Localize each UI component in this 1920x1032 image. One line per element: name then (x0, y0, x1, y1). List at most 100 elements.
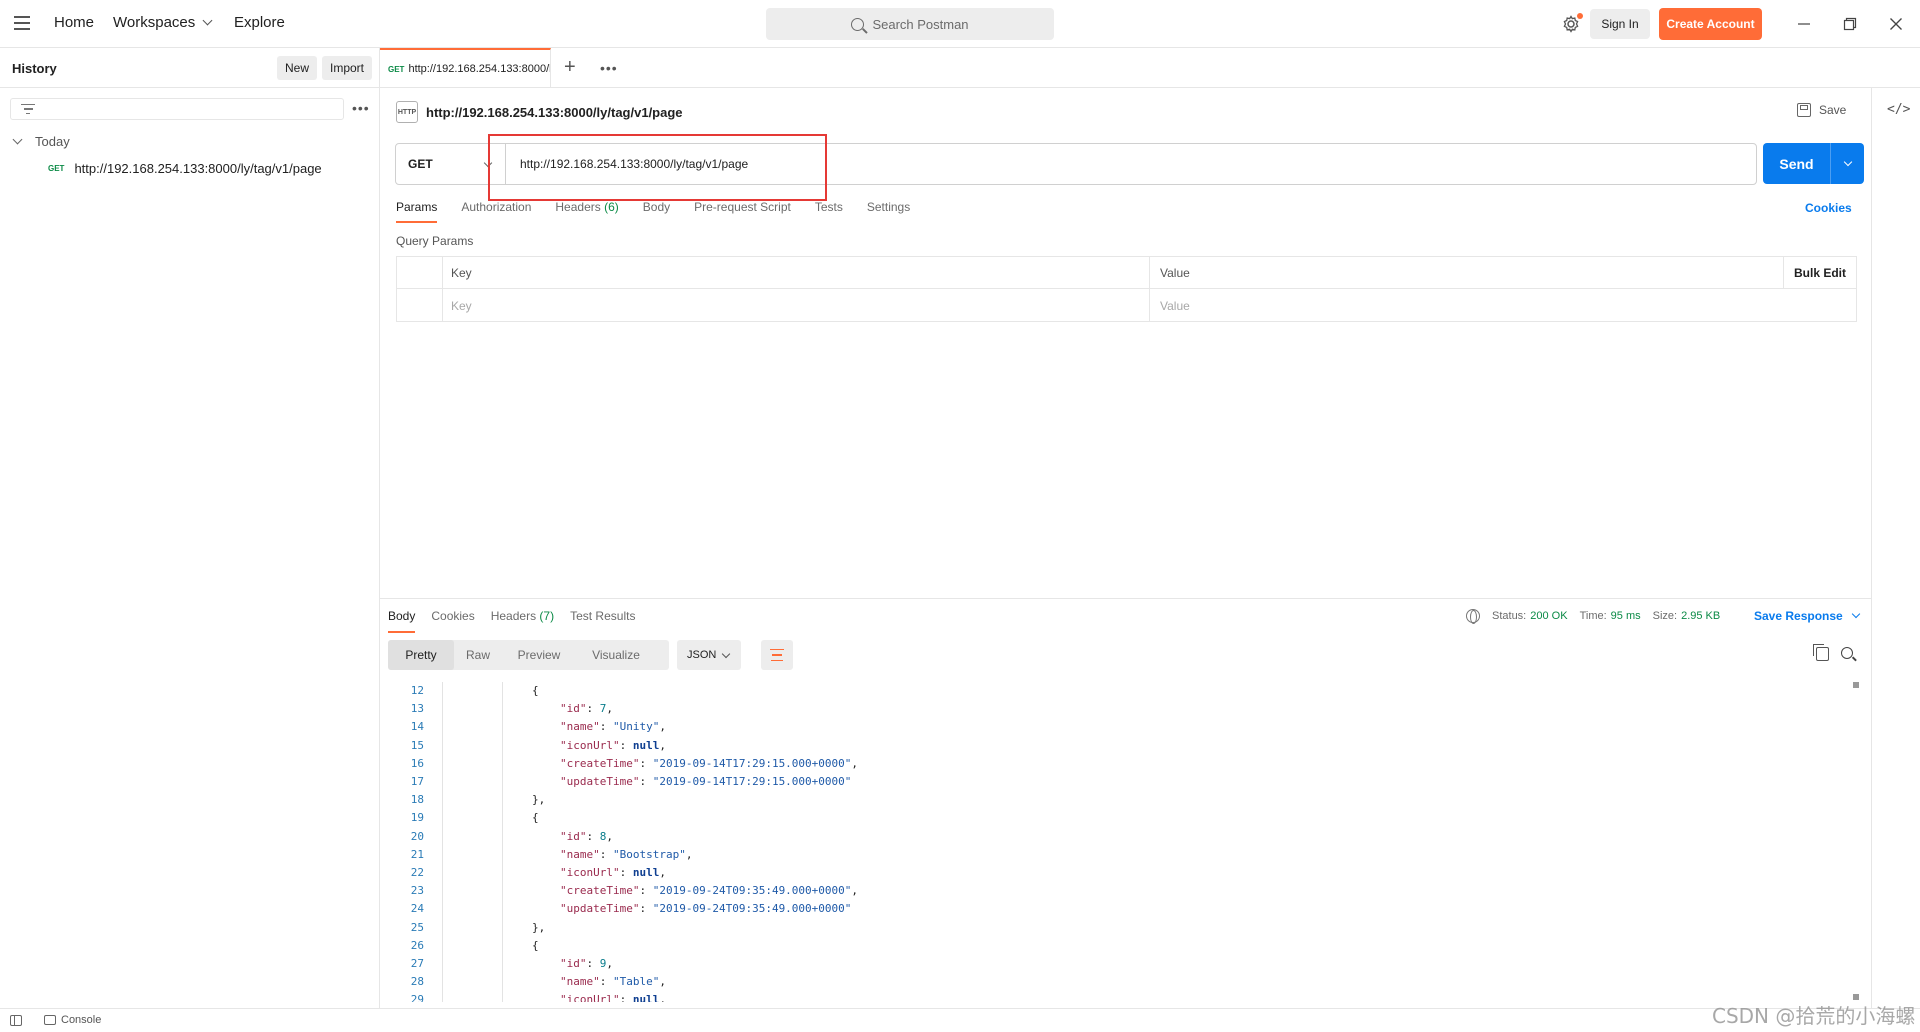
response-tabs: Body Cookies Headers (7) Test Results (388, 609, 651, 633)
send-button[interactable]: Send (1763, 143, 1864, 184)
settings-icon[interactable] (1561, 13, 1583, 34)
code-line: 19 { (388, 809, 1848, 827)
more-icon[interactable]: ••• (352, 100, 370, 116)
code-text: "updateTime": "2019-09-24T09:35:49.000+0… (560, 902, 852, 916)
url-bar: GET (395, 143, 1757, 185)
restore-icon[interactable] (1838, 12, 1862, 36)
history-item[interactable]: GET http://192.168.254.133:8000/ly/tag/v… (48, 161, 322, 176)
table-row: Key Value (397, 290, 1856, 322)
tab-tests[interactable]: Tests (815, 200, 843, 223)
save-response-button[interactable]: Save Response (1754, 609, 1860, 623)
wrap-icon[interactable] (761, 640, 793, 670)
line-number: 13 (410, 702, 424, 716)
code-line: 18}, (388, 791, 1848, 809)
http-icon: HTTP (396, 101, 418, 123)
search-icon (851, 17, 865, 31)
tab-settings[interactable]: Settings (867, 200, 910, 223)
code-text: "iconUrl": null, (560, 866, 666, 879)
menu-icon[interactable] (14, 16, 30, 30)
new-tab-icon[interactable]: + (564, 56, 576, 79)
view-raw[interactable]: Raw (454, 640, 502, 670)
globe-icon[interactable] (1466, 609, 1480, 624)
nav-explore[interactable]: Explore (234, 14, 285, 31)
console-label: Console (61, 1014, 102, 1026)
code-line: 28 "name": "Table", (388, 973, 1848, 991)
line-number: 29 (410, 993, 424, 1002)
response-body-code[interactable]: 12 {13 "id": 7, 14 "name": "Unity", 15 "iconUr… (388, 682, 1851, 1002)
format-select[interactable]: JSON (677, 640, 741, 670)
code-text: "id": 7, (560, 702, 613, 716)
tab-request[interactable]: GET http://192.168.254.133:8000/ly/tag/v… (380, 48, 551, 88)
line-number: 24 (410, 902, 424, 916)
view-visualize[interactable]: Visualize (576, 640, 656, 670)
watermark: CSDN @拾荒的小海螺 (1712, 1004, 1916, 1028)
new-button[interactable]: New (277, 56, 317, 80)
tab-params[interactable]: Params (396, 200, 438, 223)
view-preview[interactable]: Preview (502, 640, 576, 670)
line-number: 23 (410, 884, 424, 898)
close-icon[interactable] (1884, 12, 1908, 36)
code-line: 15 "iconUrl": null, (388, 737, 1848, 755)
bulk-edit-button[interactable]: Bulk Edit (1786, 257, 1846, 289)
code-text: "id": 9, (560, 957, 613, 970)
sign-in-button[interactable]: Sign In (1590, 9, 1650, 39)
search-postman-input[interactable]: Search Postman (766, 8, 1054, 40)
request-tabs: Params Authorization Headers (6) Body Pr… (396, 200, 934, 223)
view-mode-selector: Pretty Raw Preview Visualize (388, 640, 669, 670)
response-tab-body[interactable]: Body (388, 609, 416, 633)
query-params-title: Query Params (396, 234, 474, 248)
code-line: 21 "name": "Bootstrap", (388, 846, 1848, 864)
cookies-link[interactable]: Cookies (1805, 201, 1852, 215)
console-button[interactable]: Console (44, 1014, 101, 1026)
nav-workspaces[interactable]: Workspaces (113, 14, 213, 31)
time-value[interactable]: 95 ms (1611, 610, 1641, 622)
tab-body[interactable]: Body (643, 200, 670, 223)
code-line: 20 "id": 8, (388, 828, 1848, 846)
save-button[interactable]: Save (1797, 103, 1846, 117)
tab-authorization[interactable]: Authorization (461, 200, 531, 223)
panel-icon[interactable] (10, 1015, 22, 1026)
line-number: 15 (410, 738, 424, 752)
line-number: 22 (410, 866, 424, 879)
code-text: { (532, 938, 539, 952)
line-number: 20 (410, 829, 424, 843)
search-placeholder: Search Postman (872, 16, 969, 32)
minimize-icon[interactable] (1792, 12, 1816, 36)
request-title-row: HTTP http://192.168.254.133:8000/ly/tag/… (396, 101, 683, 123)
code-icon[interactable]: </> (1887, 102, 1910, 117)
response-tab-test-results[interactable]: Test Results (570, 609, 635, 633)
view-pretty[interactable]: Pretty (388, 640, 454, 670)
response-tab-headers[interactable]: Headers (7) (491, 609, 554, 633)
tab-bar: GET http://192.168.254.133:8000/ly/tag/v… (380, 48, 1920, 88)
nav-home[interactable]: Home (54, 14, 94, 31)
line-number: 25 (410, 920, 424, 934)
tab-pre-request-script[interactable]: Pre-request Script (694, 200, 791, 223)
code-text: "createTime": "2019-09-24T09:35:49.000+0… (560, 884, 859, 898)
history-filter-input[interactable] (10, 98, 344, 120)
send-options-dropdown[interactable] (1831, 143, 1864, 184)
size-value[interactable]: 2.95 KB (1681, 610, 1720, 622)
create-account-button[interactable]: Create Account (1659, 8, 1762, 40)
status-value[interactable]: 200 OK (1530, 610, 1567, 622)
column-header-value: Value (1160, 266, 1190, 280)
url-input[interactable] (506, 144, 1746, 184)
search-icon[interactable] (1841, 647, 1853, 659)
bottom-bar: Console (0, 1008, 1920, 1032)
line-number: 21 (410, 847, 424, 861)
copy-icon[interactable] (1813, 644, 1829, 661)
import-button[interactable]: Import (322, 56, 372, 80)
key-input[interactable]: Key (443, 290, 1143, 322)
response-status: Status: 200 OK Time: 95 ms Size: 2.95 KB (1466, 609, 1732, 624)
right-rail: </> (1871, 88, 1920, 1008)
filter-icon (21, 104, 35, 114)
method-select[interactable]: GET (396, 144, 506, 184)
history-group-today[interactable]: Today (12, 134, 70, 149)
response-tab-cookies[interactable]: Cookies (431, 609, 474, 633)
code-text: }, (532, 793, 546, 807)
value-input[interactable]: Value (1152, 290, 1772, 322)
save-icon (1797, 103, 1811, 117)
request-title[interactable]: http://192.168.254.133:8000/ly/tag/v1/pa… (426, 105, 683, 120)
scrollbar[interactable] (1853, 682, 1859, 1002)
more-tabs-icon[interactable]: ••• (600, 60, 618, 76)
tab-headers[interactable]: Headers (6) (555, 200, 618, 223)
